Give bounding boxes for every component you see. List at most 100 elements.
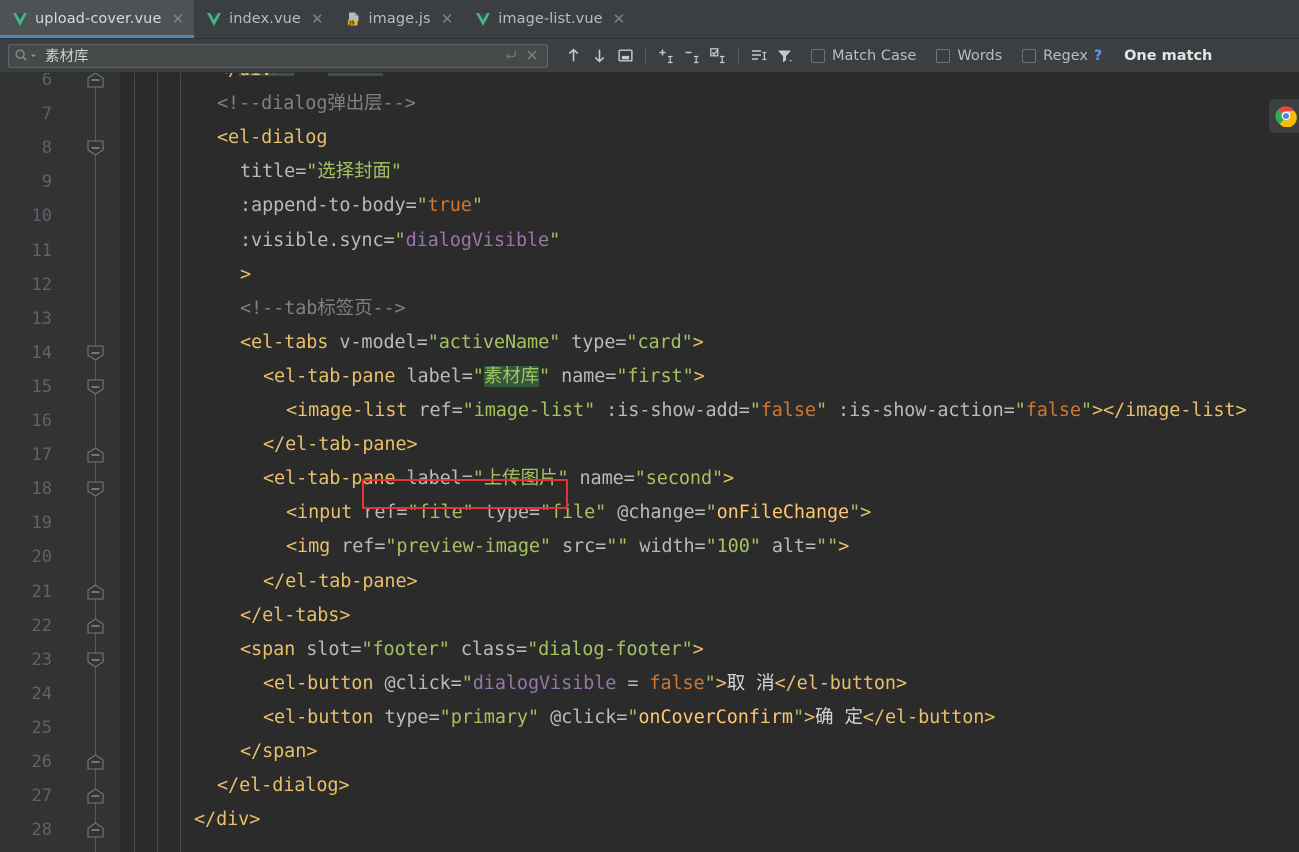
find-previous-button[interactable] xyxy=(560,43,586,69)
code-line[interactable]: <el-button type="primary" @click="onCove… xyxy=(120,701,1299,735)
line-number: 8 xyxy=(41,138,52,159)
code-line[interactable]: > xyxy=(120,258,1299,292)
checkbox-box[interactable] xyxy=(936,48,951,63)
line-number: 12 xyxy=(31,274,52,295)
tab-upload-cover-vue[interactable]: upload-cover.vue ✕ xyxy=(0,0,195,38)
code-line-text: <input ref="file" type="file" @change="o… xyxy=(286,502,872,524)
add-occurrence-icon[interactable] xyxy=(653,43,679,69)
line-number: 24 xyxy=(31,683,52,704)
svg-text:JS: JS xyxy=(348,20,355,26)
code-fold-toggle[interactable] xyxy=(87,822,104,838)
code-line-text: <el-button type="primary" @click="onCove… xyxy=(263,706,996,728)
code-fold-toggle[interactable] xyxy=(87,788,104,804)
tab-index-vue[interactable]: index.vue ✕ xyxy=(194,0,333,38)
code-editor[interactable]: 6 7 8 9 10 11 12 13 14 15 16 17 18 19 20 21 22 23 24 25 26 27… xyxy=(0,73,1299,852)
code-line[interactable]: <!--tab标签页--> xyxy=(120,292,1299,326)
code-line[interactable]: <el-button @click="dialogVisible = false… xyxy=(120,667,1299,701)
line-number: 20 xyxy=(31,547,52,568)
tab-image-js[interactable]: JS image.js ✕ xyxy=(334,0,464,38)
code-line[interactable]: </div> xyxy=(120,73,1299,87)
regex-checkbox[interactable]: Regex xyxy=(1022,48,1088,64)
code-line[interactable]: <img ref="preview-image" src="" width="1… xyxy=(120,530,1299,564)
checkbox-box[interactable] xyxy=(1022,48,1037,63)
vue-file-icon xyxy=(475,11,491,27)
code-fold-toggle[interactable] xyxy=(87,345,104,361)
line-number: 13 xyxy=(31,308,52,329)
vue-file-icon xyxy=(206,11,222,27)
close-icon[interactable]: ✕ xyxy=(172,11,185,27)
code-line[interactable]: <input ref="file" type="file" @change="o… xyxy=(120,496,1299,530)
clear-search-icon[interactable]: ✕ xyxy=(521,47,543,64)
tab-label: index.vue xyxy=(229,11,301,27)
code-line[interactable]: </el-tab-pane> xyxy=(120,565,1299,599)
code-line-text: title="选择封面" xyxy=(240,161,402,183)
code-line-text: </span> xyxy=(240,741,318,762)
remove-occurrence-icon[interactable] xyxy=(679,43,705,69)
match-count-status: One match xyxy=(1124,47,1213,64)
code-line[interactable]: :append-to-body="true" xyxy=(120,189,1299,223)
code-line[interactable]: <el-tab-pane label="上传图片" name="second"> xyxy=(120,462,1299,496)
code-line[interactable]: <el-dialog xyxy=(120,121,1299,155)
code-fold-toggle[interactable] xyxy=(87,379,104,395)
chrome-browser-icon[interactable] xyxy=(1269,99,1299,133)
code-fold-toggle[interactable] xyxy=(87,481,104,497)
code-line[interactable]: </span> xyxy=(120,735,1299,769)
code-fold-toggle[interactable] xyxy=(87,447,104,463)
regex-help-link[interactable]: ? xyxy=(1094,48,1102,64)
find-next-button[interactable] xyxy=(586,43,612,69)
find-in-selection-button[interactable] xyxy=(612,43,638,69)
match-case-checkbox[interactable]: Match Case xyxy=(811,48,916,64)
code-line-text: <el-button @click="dialogVisible = false… xyxy=(263,672,908,694)
new-line-icon[interactable] xyxy=(499,48,521,63)
code-content-area[interactable]: </素材库 <素材库 </div><!--dialog弹出层--><el-dia… xyxy=(120,73,1299,852)
line-number: 23 xyxy=(31,649,52,670)
preserve-case-icon[interactable] xyxy=(746,43,772,69)
code-line-text: <!--tab标签页--> xyxy=(240,297,406,319)
line-number: 18 xyxy=(31,479,52,500)
line-number: 15 xyxy=(31,376,52,397)
close-icon[interactable]: ✕ xyxy=(613,11,626,27)
code-line-text: </el-tab-pane> xyxy=(263,434,418,456)
tab-label: image-list.vue xyxy=(498,11,603,27)
code-line[interactable]: </el-dialog> xyxy=(120,769,1299,803)
code-line-text: > xyxy=(240,263,252,285)
code-line-text: <!--dialog弹出层--> xyxy=(217,93,416,115)
checkbox-box[interactable] xyxy=(811,48,825,63)
code-line[interactable]: <el-tab-pane label="素材库" name="first"> xyxy=(120,360,1299,394)
code-line[interactable]: <!--dialog弹出层--> xyxy=(120,87,1299,121)
line-number: 17 xyxy=(31,445,52,466)
code-line[interactable]: </div> xyxy=(120,803,1299,837)
code-fold-toggle[interactable] xyxy=(87,754,104,770)
code-fold-toggle[interactable] xyxy=(87,617,104,634)
line-number: 10 xyxy=(31,206,52,227)
tab-label: upload-cover.vue xyxy=(35,11,162,27)
code-line-text: </div> xyxy=(217,73,283,87)
code-line[interactable]: title="选择封面" xyxy=(120,155,1299,189)
code-line-text: :visible.sync="dialogVisible" xyxy=(240,229,561,251)
editor-gutter[interactable]: 6 7 8 9 10 11 12 13 14 15 16 17 18 19 20 21 22 23 24 25 26 27… xyxy=(0,73,120,852)
tab-label: image.js xyxy=(368,11,431,27)
code-fold-toggle[interactable] xyxy=(87,583,104,600)
code-line[interactable]: </el-tabs> xyxy=(120,599,1299,633)
code-line-text: <img ref="preview-image" src="" width="1… xyxy=(286,536,850,558)
code-fold-toggle[interactable] xyxy=(87,73,104,88)
select-all-occurrences-icon[interactable] xyxy=(705,43,731,69)
code-line[interactable]: :visible.sync="dialogVisible" xyxy=(120,224,1299,258)
code-line-text: <el-tabs v-model="activeName" type="card… xyxy=(240,331,704,353)
code-line[interactable]: <el-tabs v-model="activeName" type="card… xyxy=(120,326,1299,360)
line-number: 25 xyxy=(31,717,52,738)
tab-image-list-vue[interactable]: image-list.vue ✕ xyxy=(463,0,635,38)
close-icon[interactable]: ✕ xyxy=(441,11,454,27)
code-line[interactable]: <image-list ref="image-list" :is-show-ad… xyxy=(120,394,1299,428)
code-fold-toggle[interactable] xyxy=(87,652,104,668)
code-line[interactable]: </el-tab-pane> xyxy=(120,428,1299,462)
close-icon[interactable]: ✕ xyxy=(311,11,324,27)
line-number: 9 xyxy=(41,172,52,193)
code-line[interactable]: <span slot="footer" class="dialog-footer… xyxy=(120,633,1299,667)
code-fold-toggle[interactable] xyxy=(87,140,104,156)
words-checkbox[interactable]: Words xyxy=(936,48,1002,64)
magnifier-icon[interactable] xyxy=(14,48,37,63)
filter-icon[interactable] xyxy=(772,43,798,69)
toolbar-divider xyxy=(738,47,739,64)
search-input[interactable]: 素材库 ✕ xyxy=(8,43,548,68)
